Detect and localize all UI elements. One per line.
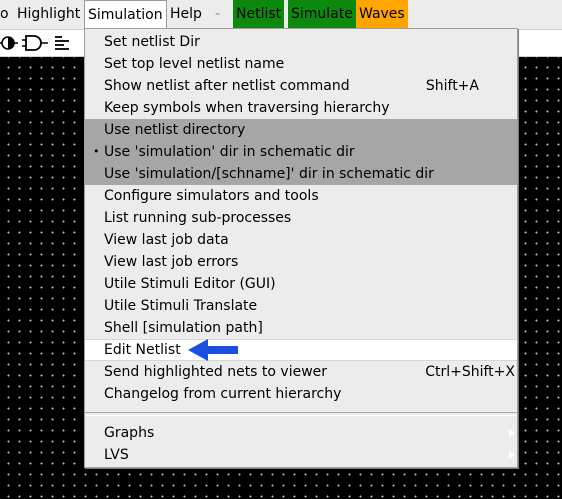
- menu-item-graphs[interactable]: Graphs: [85, 422, 517, 444]
- menu-item-label: Send highlighted nets to viewer: [104, 364, 328, 380]
- menu-item-utile-stimuli-editor[interactable]: Utile Stimuli Editor (GUI): [85, 273, 517, 295]
- menubar-item-partial[interactable]: o: [0, 0, 12, 29]
- menubar-highlight[interactable]: Highlight: [14, 0, 83, 29]
- menu-item-label: Set top level netlist name: [104, 56, 285, 72]
- menu-item-send-highlighted-nets[interactable]: Send highlighted nets to viewer Ctrl+Shi…: [85, 361, 517, 383]
- submenu-arrow-icon: [509, 429, 515, 437]
- menu-item-label: Keep symbols when traversing hierarchy: [104, 100, 390, 116]
- menu-item-label: Use 'simulation/[schname]' dir in schema…: [104, 166, 434, 182]
- menu-item-view-last-job-errors[interactable]: View last job errors: [85, 251, 517, 273]
- menubar-separator: -: [215, 6, 221, 22]
- radio-use-simulation-schname-dir[interactable]: Use 'simulation/[schname]' dir in schema…: [85, 163, 517, 185]
- menu-item-label: Edit Netlist: [104, 342, 181, 358]
- submenu-arrow-icon: [509, 451, 515, 459]
- menu-item-label: Utile Stimuli Translate: [104, 298, 258, 314]
- menu-item-label: Graphs: [104, 425, 155, 441]
- and-gate-icon[interactable]: [22, 32, 50, 54]
- menu-item-show-netlist[interactable]: Show netlist after netlist command Shift…: [85, 75, 517, 97]
- menu-item-configure-simulators[interactable]: Configure simulators and tools: [85, 185, 517, 207]
- menu-item-set-netlist-dir[interactable]: Set netlist Dir: [85, 31, 517, 53]
- menubar-simulation[interactable]: Simulation: [84, 0, 167, 29]
- menubar-help[interactable]: Help: [167, 0, 205, 29]
- menu-item-label: List running sub-processes: [104, 210, 292, 226]
- radio-use-netlist-directory[interactable]: Use netlist directory: [85, 119, 517, 141]
- menu-item-list-running-subprocesses[interactable]: List running sub-processes: [85, 207, 517, 229]
- menu-item-keep-symbols[interactable]: Keep symbols when traversing hierarchy: [85, 97, 517, 119]
- simulation-menu: Set netlist Dir Set top level netlist na…: [84, 28, 518, 468]
- menu-item-set-top-level-netlist-name[interactable]: Set top level netlist name: [85, 53, 517, 75]
- menu-item-label: Configure simulators and tools: [104, 188, 319, 204]
- shortcut-label: Shift+A: [425, 78, 479, 94]
- menu-item-label: Set netlist Dir: [104, 34, 200, 50]
- menu-item-label: View last job data: [104, 232, 229, 248]
- menu-item-changelog[interactable]: Changelog from current hierarchy: [85, 383, 517, 405]
- menu-item-label: Use 'simulation' dir in schematic dir: [104, 144, 355, 160]
- shortcut-label: Ctrl+Shift+X: [425, 364, 515, 380]
- simulate-button[interactable]: Simulate: [288, 0, 356, 29]
- menu-item-shell-simulation-path[interactable]: Shell [simulation path]: [85, 317, 517, 339]
- menu-item-label: Use netlist directory: [104, 122, 246, 138]
- contrast-icon[interactable]: [0, 32, 20, 54]
- menu-item-label: View last job errors: [104, 254, 239, 270]
- menu-item-label: Show netlist after netlist command: [104, 78, 350, 94]
- menu-item-label: Shell [simulation path]: [104, 320, 263, 336]
- menu-item-utile-stimuli-translate[interactable]: Utile Stimuli Translate: [85, 295, 517, 317]
- menu-item-label: Changelog from current hierarchy: [104, 386, 342, 402]
- menu-item-edit-netlist[interactable]: Edit Netlist: [85, 339, 517, 361]
- menu-item-label: Utile Stimuli Editor (GUI): [104, 276, 276, 292]
- menubar: o Highlight Simulation Help - Netlist Si…: [0, 0, 562, 30]
- menu-separator: [85, 412, 517, 416]
- menu-item-lvs[interactable]: LVS: [85, 444, 517, 466]
- menu-item-view-last-job-data[interactable]: View last job data: [85, 229, 517, 251]
- netlist-button[interactable]: Netlist: [233, 0, 285, 29]
- radio-use-simulation-dir[interactable]: • Use 'simulation' dir in schematic dir: [85, 141, 517, 163]
- radio-selected-indicator: •: [93, 145, 100, 158]
- waves-button[interactable]: Waves: [356, 0, 408, 29]
- align-left-icon[interactable]: [54, 32, 72, 54]
- menu-item-label: LVS: [104, 447, 129, 463]
- arrow-left-icon: [188, 339, 238, 361]
